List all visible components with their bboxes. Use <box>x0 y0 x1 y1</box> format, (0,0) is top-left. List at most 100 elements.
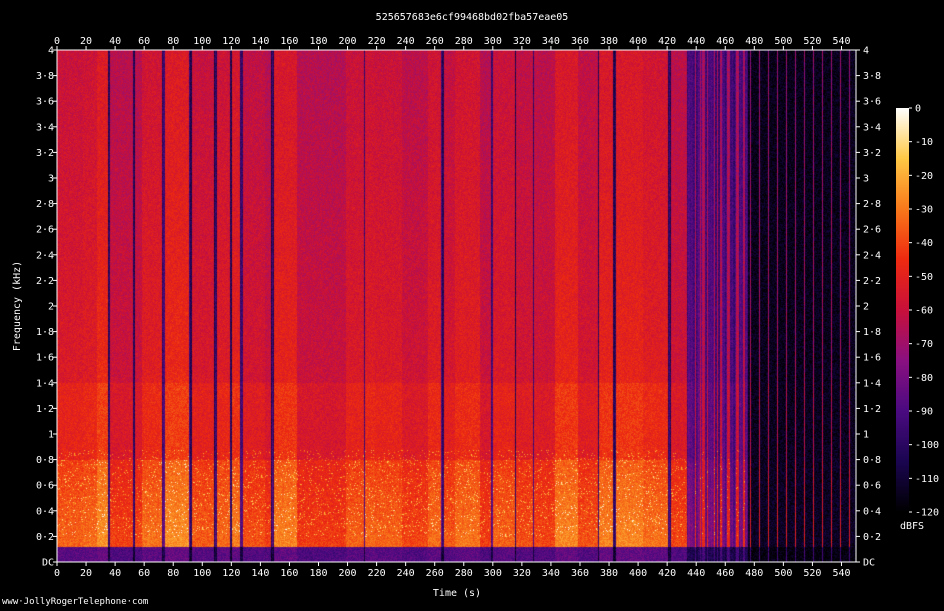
y-tick-label-left: 1·8 <box>36 327 54 338</box>
x-tick-label-bottom: 400 <box>629 568 647 579</box>
colorbar-tick-label: 0 <box>915 104 921 115</box>
colorbar-label: dBFS <box>900 521 924 532</box>
y-tick-label-right: 1·8 <box>863 327 881 338</box>
y-tick-label-right: 1·4 <box>863 378 881 389</box>
y-tick-label-right: 1 <box>863 430 869 441</box>
x-tick-label-top: 500 <box>774 36 792 47</box>
x-tick-label-top: 260 <box>426 36 444 47</box>
y-tick-label-left: 0·4 <box>36 506 54 517</box>
y-tick-label-left: 2·8 <box>36 199 54 210</box>
colorbar-tick-label: -10 <box>915 137 933 148</box>
x-tick-label-bottom: 340 <box>542 568 560 579</box>
x-axis-label: Time (s) <box>433 588 481 599</box>
x-tick-label-bottom: 100 <box>193 568 211 579</box>
x-tick-label-bottom: 460 <box>716 568 734 579</box>
y-tick-label-right: 2·6 <box>863 225 881 236</box>
y-tick-label-left: 4 <box>48 46 54 57</box>
x-tick-label-top: 400 <box>629 36 647 47</box>
colorbar-tick-label: -30 <box>915 205 933 216</box>
x-tick-label-top: 300 <box>484 36 502 47</box>
y-tick-label-left: 0·6 <box>36 481 54 492</box>
x-tick-label-bottom: 220 <box>368 568 386 579</box>
y-tick-label-right: 1·6 <box>863 353 881 364</box>
x-tick-label-bottom: 0 <box>54 568 60 579</box>
x-tick-label-top: 60 <box>138 36 150 47</box>
x-tick-label-bottom: 60 <box>138 568 150 579</box>
y-tick-label-right: 3·6 <box>863 97 881 108</box>
x-tick-label-bottom: 500 <box>774 568 792 579</box>
y-tick-label-right: 2·2 <box>863 276 881 287</box>
y-tick-label-left: 0·2 <box>36 532 54 543</box>
colorbar-tick-label: -100 <box>915 440 939 451</box>
y-tick-label-right: 2·8 <box>863 199 881 210</box>
colorbar-tick-label: -120 <box>915 508 939 519</box>
y-tick-label-left: 3 <box>48 174 54 185</box>
x-tick-label-bottom: 320 <box>513 568 531 579</box>
y-tick-label-left: 3·6 <box>36 97 54 108</box>
x-tick-label-top: 120 <box>222 36 240 47</box>
y-tick-label-left: 0·8 <box>36 455 54 466</box>
y-tick-label-right: 3 <box>863 174 869 185</box>
y-axis-right: DC 0·2 0·4 0·6 0·8 1 1·2 1·4 1·6 1·8 2 2·2 2·4 2·6 2·8… <box>856 46 881 569</box>
x-tick-label-top: 480 <box>745 36 763 47</box>
x-tick-label-bottom: 380 <box>600 568 618 579</box>
y-tick-label-right: 3·8 <box>863 71 881 82</box>
plot-frame <box>56 49 857 563</box>
y-tick-label-right: 0·6 <box>863 481 881 492</box>
y-tick-label-left: 1 <box>48 430 54 441</box>
x-tick-label-top: 180 <box>309 36 327 47</box>
y-tick-label-left: DC <box>42 558 54 569</box>
y-tick-label-right: 3·4 <box>863 122 881 133</box>
y-tick-label-left: 2 <box>48 302 54 313</box>
colorbar-tick-label: -50 <box>915 272 933 283</box>
y-tick-label-left: 1·6 <box>36 353 54 364</box>
y-tick-label-left: 1·2 <box>36 404 54 415</box>
y-tick-label-left: 2·4 <box>36 250 54 261</box>
colorbar-tick-label: -70 <box>915 339 933 350</box>
x-tick-label-bottom: 280 <box>455 568 473 579</box>
x-tick-label-top: 280 <box>455 36 473 47</box>
y-tick-label-left: 2·6 <box>36 225 54 236</box>
x-tick-label-top: 0 <box>54 36 60 47</box>
y-tick-label-left: 2·2 <box>36 276 54 287</box>
x-tick-label-top: 140 <box>251 36 269 47</box>
colorbar <box>896 108 909 512</box>
x-tick-label-top: 200 <box>339 36 357 47</box>
x-axis-top: 0 20 40 60 80 100 120 140 160 180 200 220 240 260 280 3… <box>54 36 851 50</box>
y-tick-label-right: 2 <box>863 302 869 313</box>
x-tick-label-bottom: 360 <box>571 568 589 579</box>
x-tick-label-top: 460 <box>716 36 734 47</box>
y-axis-left: DC 0·2 0·4 0·6 0·8 1 1·2 1·4 1·6 1·8 2 2·2 2·4 2·6 2·8… <box>36 46 57 569</box>
y-tick-label-left: 1·4 <box>36 378 54 389</box>
x-tick-label-top: 40 <box>109 36 121 47</box>
colorbar-tick-label: -110 <box>915 474 939 485</box>
x-tick-label-top: 20 <box>80 36 92 47</box>
x-tick-label-top: 380 <box>600 36 618 47</box>
y-tick-label-left: 3·8 <box>36 71 54 82</box>
colorbar-tick-label: -60 <box>915 306 933 317</box>
x-tick-label-bottom: 20 <box>80 568 92 579</box>
y-axis-label: Frequency (kHz) <box>12 261 23 351</box>
colorbar-tick-label: -80 <box>915 373 933 384</box>
colorbar-tick-label: -90 <box>915 407 933 418</box>
y-tick-label-right: 3·2 <box>863 148 881 159</box>
colorbar-axis: 0 -10 -20 -30 -40 -50 -60 -70 -80 -90 -100 -110 -120 <box>909 104 939 519</box>
x-tick-label-bottom: 540 <box>832 568 850 579</box>
x-tick-label-top: 160 <box>280 36 298 47</box>
x-tick-label-top: 440 <box>687 36 705 47</box>
y-tick-label-right: 1·2 <box>863 404 881 415</box>
chart-title: 525657683e6cf99468bd02fba57eae05 <box>376 12 569 23</box>
x-tick-label-bottom: 300 <box>484 568 502 579</box>
x-tick-label-bottom: 440 <box>687 568 705 579</box>
x-tick-label-top: 360 <box>571 36 589 47</box>
y-tick-label-right: 0·2 <box>863 532 881 543</box>
x-tick-label-top: 540 <box>832 36 850 47</box>
x-tick-label-bottom: 160 <box>280 568 298 579</box>
y-tick-label-left: 3·4 <box>36 122 54 133</box>
x-tick-label-bottom: 480 <box>745 568 763 579</box>
x-tick-label-top: 100 <box>193 36 211 47</box>
x-tick-label-bottom: 520 <box>803 568 821 579</box>
watermark-text: www·JollyRogerTelephone·com <box>2 597 149 607</box>
x-axis-bottom: 0 20 40 60 80 100 120 140 160 180 200 220 240 260 280 3… <box>54 562 851 579</box>
x-tick-label-bottom: 140 <box>251 568 269 579</box>
